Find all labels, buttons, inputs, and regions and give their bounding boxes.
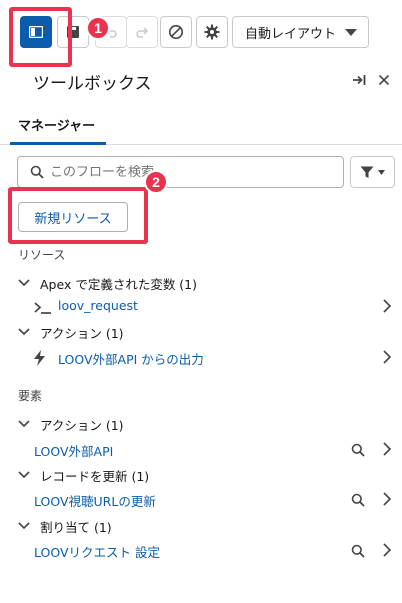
annotation-badge-2: 2 [144, 170, 168, 194]
tab-manager[interactable]: マネージャー [18, 115, 95, 134]
element-group-actions[interactable]: アクション (1) [18, 414, 124, 434]
element-item-label: LOOVリクエスト 設定 [34, 545, 161, 560]
ban-icon [169, 25, 183, 39]
tab-active-indicator [10, 142, 106, 145]
chevron-down-icon [18, 279, 32, 287]
elements-section-label: 要素 [18, 389, 43, 403]
chevron-right-icon[interactable] [383, 543, 391, 557]
search-icon[interactable] [351, 443, 365, 457]
debug-disable-button[interactable] [160, 16, 192, 48]
redo-icon [136, 27, 149, 38]
list-item[interactable]: LOOVリクエスト 設定 [0, 540, 402, 562]
element-item-label: LOOV外部API [34, 444, 114, 459]
lightning-bolt-icon [34, 350, 45, 366]
close-icon[interactable] [378, 74, 390, 86]
search-field[interactable] [17, 156, 344, 188]
chevron-down-icon [18, 420, 32, 428]
layout-select[interactable]: 自動レイアウト [232, 16, 369, 48]
terminal-variable-icon [34, 302, 51, 314]
element-group-label: レコードを更新 (1) [40, 468, 150, 484]
list-item[interactable]: LOOV外部API [0, 439, 402, 461]
chevron-right-icon[interactable] [383, 299, 391, 313]
resource-item-label: LOOV外部API からの出力 [58, 352, 204, 367]
element-group-label: アクション (1) [40, 417, 124, 433]
search-icon[interactable] [351, 493, 365, 507]
element-group-assignment[interactable]: 割り当て (1) [18, 516, 112, 536]
highlight-box-1 [9, 7, 72, 67]
panel-title: ツールボックス [33, 74, 152, 94]
highlight-box-2 [8, 187, 148, 244]
chevron-down-icon [18, 471, 32, 479]
resource-item-label: loov_request [58, 298, 138, 313]
layout-select-value: 自動レイアウト [245, 26, 337, 42]
search-icon [30, 165, 44, 179]
search-input[interactable] [50, 164, 343, 180]
chevron-down-icon [18, 522, 32, 530]
gear-icon [204, 24, 220, 40]
element-group-record-update[interactable]: レコードを更新 (1) [18, 465, 149, 485]
list-item[interactable]: loov_request [0, 296, 402, 318]
resource-group-actions[interactable]: アクション (1) [18, 322, 124, 342]
element-group-label: 割り当て (1) [40, 519, 112, 535]
list-item[interactable]: LOOV外部API からの出力 [0, 347, 402, 369]
annotation-badge-1: 1 [86, 16, 110, 40]
chevron-right-icon[interactable] [383, 442, 391, 456]
filter-button[interactable] [350, 156, 395, 188]
caret-down-icon [345, 29, 357, 36]
chevron-right-icon[interactable] [383, 350, 391, 364]
resources-section-label: リソース [18, 248, 66, 262]
chevron-right-icon[interactable] [383, 492, 391, 506]
settings-button[interactable] [196, 16, 228, 48]
resource-group-label: アクション (1) [40, 325, 124, 341]
element-item-label: LOOV視聴URLの更新 [34, 494, 156, 509]
filter-icon [360, 166, 374, 178]
list-item[interactable]: LOOV視聴URLの更新 [0, 489, 402, 511]
chevron-down-icon [18, 328, 32, 336]
chevron-down-icon [378, 169, 385, 175]
resource-group-label: Apex で定義された変数 (1) [40, 276, 198, 292]
resource-group-apex-variables[interactable]: Apex で定義された変数 (1) [18, 273, 197, 293]
search-icon[interactable] [351, 544, 365, 558]
redo-button[interactable] [126, 16, 158, 48]
dock-icon[interactable] [352, 74, 366, 86]
